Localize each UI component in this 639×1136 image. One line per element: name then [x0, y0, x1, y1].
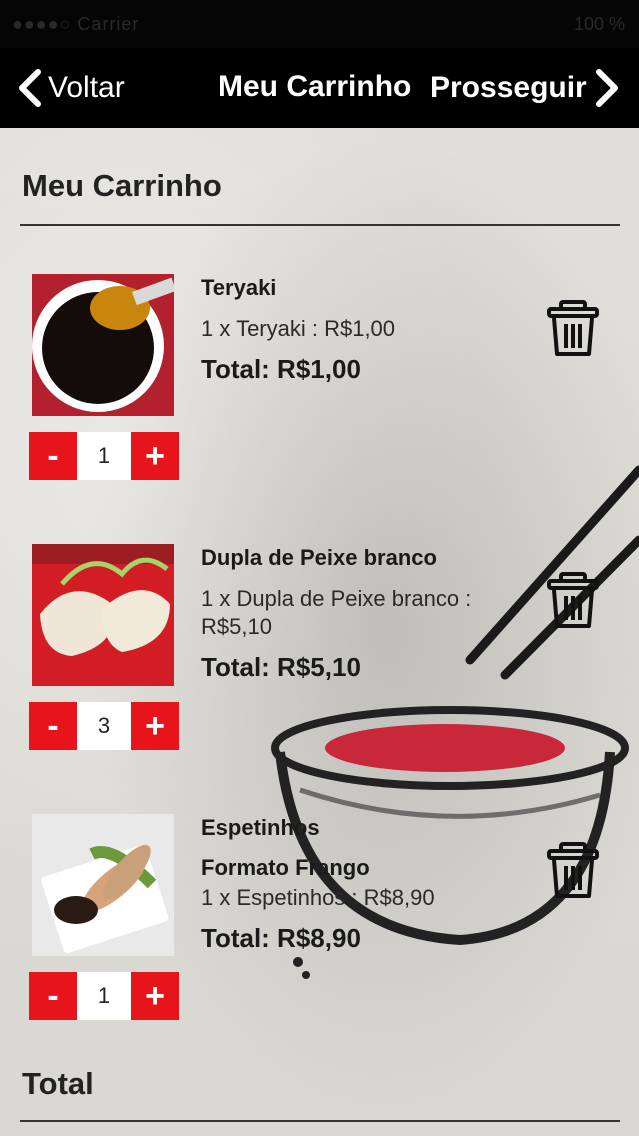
- status-bar: ●●●●○ Carrier 100 %: [0, 0, 639, 48]
- item-total: Total: R$1,00: [201, 354, 361, 384]
- quantity-stepper: - 1 +: [29, 972, 179, 1020]
- decrease-button[interactable]: -: [29, 702, 77, 750]
- item-name: Espetinhos: [201, 815, 320, 840]
- item-info: Teryaki 1 x Teryaki : R$1,00 Total: R$1,…: [201, 274, 531, 385]
- item-detail: 1 x Espetinhos : R$8,90: [201, 885, 435, 910]
- item-detail: 1 x Dupla de Peixe branco : R$5,10: [201, 586, 472, 639]
- carrier-text: ●●●●○ Carrier: [12, 14, 140, 34]
- item-name: Dupla de Peixe branco: [201, 545, 437, 570]
- quantity-stepper: - 3 +: [29, 702, 179, 750]
- cart-section-title: Meu Carrinho: [22, 168, 222, 203]
- trash-icon[interactable]: [547, 300, 599, 358]
- decrease-button[interactable]: -: [29, 432, 77, 480]
- quantity-value[interactable]: 1: [77, 432, 131, 480]
- increase-button[interactable]: +: [131, 432, 179, 480]
- cart-item: - 3 + Dupla de Peixe branco 1 x Dupla de…: [0, 544, 639, 804]
- item-image-dupla-peixe: [32, 544, 174, 686]
- total-section-title: Total: [22, 1066, 94, 1101]
- proceed-button[interactable]: Prosseguir: [430, 62, 623, 114]
- divider: [20, 224, 620, 226]
- item-name: Teryaki: [201, 275, 277, 300]
- trash-icon[interactable]: [547, 842, 599, 900]
- item-total: Total: R$5,10: [201, 652, 361, 682]
- quantity-stepper: - 1 +: [29, 432, 179, 480]
- increase-button[interactable]: +: [131, 702, 179, 750]
- item-info: Dupla de Peixe branco 1 x Dupla de Peixe…: [201, 544, 531, 683]
- quantity-value[interactable]: 3: [77, 702, 131, 750]
- chevron-right-icon: [595, 69, 618, 107]
- quantity-value[interactable]: 1: [77, 972, 131, 1020]
- trash-icon[interactable]: [547, 572, 599, 630]
- increase-button[interactable]: +: [131, 972, 179, 1020]
- cart-item: - 1 + Espetinhos Formato Frango 1 x Espe…: [0, 814, 639, 1074]
- item-detail: 1 x Teryaki : R$1,00: [201, 316, 396, 341]
- chevron-left-icon: [19, 69, 41, 107]
- decrease-button[interactable]: -: [29, 972, 77, 1020]
- item-image-teryaki: [32, 274, 174, 416]
- cart-item: - 1 + Teryaki 1 x Teryaki : R$1,00 Total…: [0, 274, 639, 534]
- battery-text: 100 %: [573, 14, 625, 34]
- divider: [20, 1120, 620, 1122]
- navigation-bar: Voltar Meu Carrinho Prosseguir: [0, 48, 639, 128]
- back-label: Voltar: [48, 71, 125, 104]
- item-option: Formato Frango: [201, 855, 370, 880]
- item-info: Espetinhos Formato Frango 1 x Espetinhos…: [201, 814, 531, 954]
- page-title: Meu Carrinho: [218, 70, 412, 103]
- item-total: Total: R$8,90: [201, 923, 361, 953]
- back-button[interactable]: Voltar: [14, 62, 125, 114]
- proceed-label: Prosseguir: [430, 71, 587, 104]
- item-image-espetinhos: [32, 814, 174, 956]
